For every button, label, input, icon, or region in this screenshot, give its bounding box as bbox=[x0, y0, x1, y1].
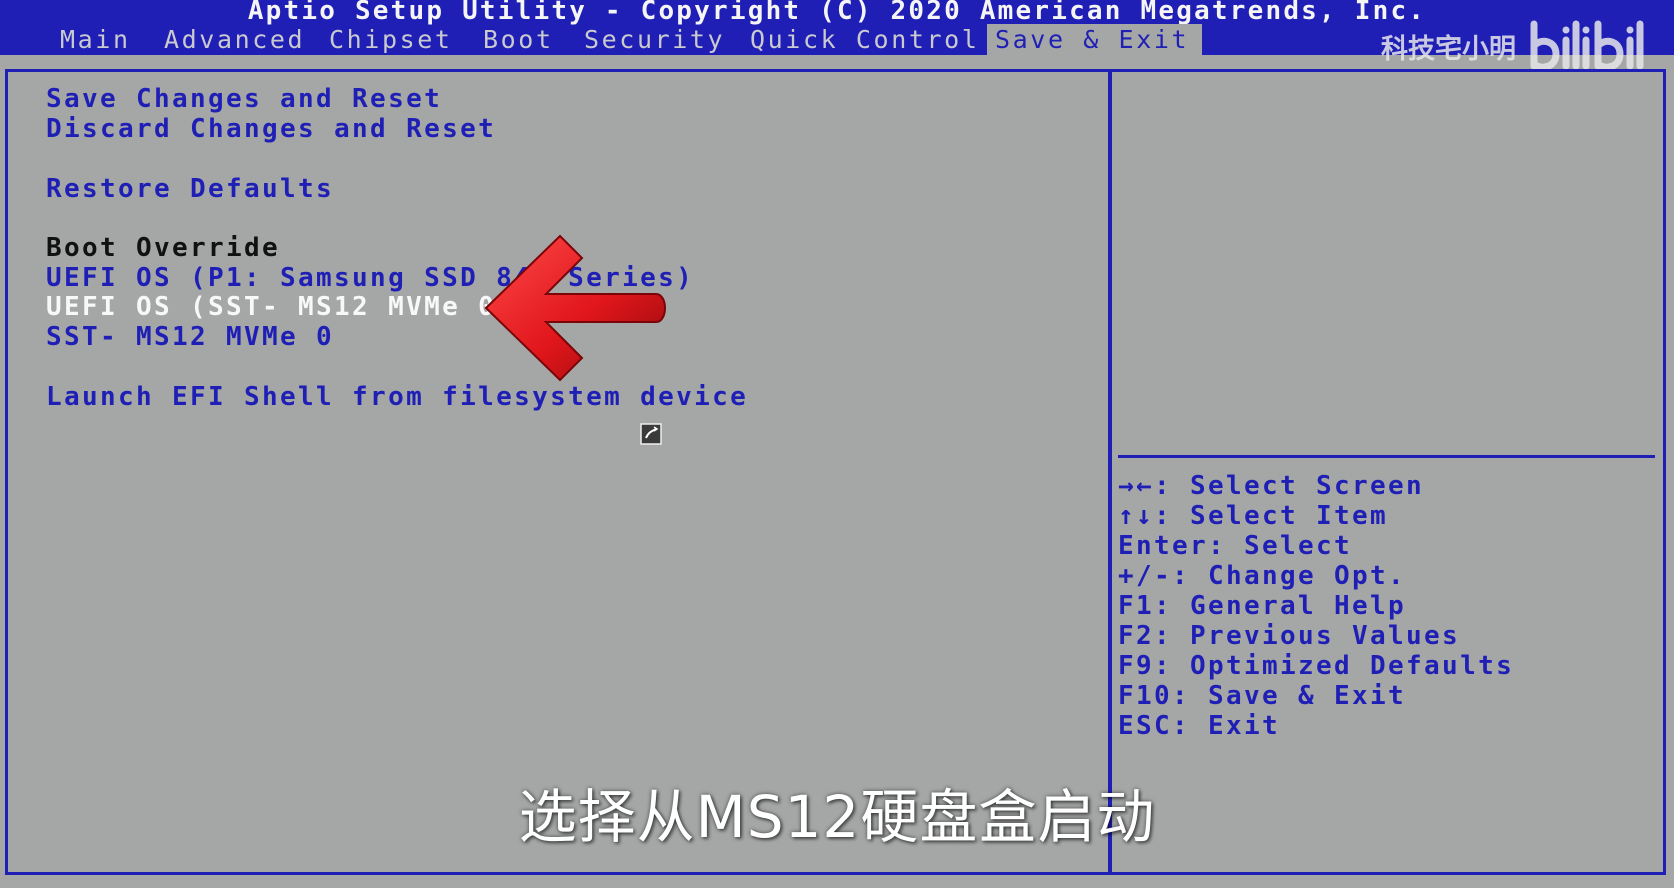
help-select-screen: →←: Select Screen bbox=[1118, 471, 1425, 501]
watermark-text: 科技宅小明 bbox=[1381, 33, 1516, 65]
tab-boot[interactable]: Boot bbox=[475, 24, 562, 55]
tab-main[interactable]: Main bbox=[52, 24, 139, 55]
red-arrow-icon bbox=[484, 234, 666, 382]
tab-quick-control[interactable]: Quick Control bbox=[742, 24, 987, 55]
bilibili-logo-icon bbox=[1528, 18, 1646, 74]
tab-advanced[interactable]: Advanced bbox=[156, 24, 313, 55]
discard-changes-and-reset[interactable]: Discard Changes and Reset bbox=[46, 114, 496, 144]
bilibili-watermark: 科技宅小明 bbox=[1381, 18, 1646, 74]
help-change-opt: +/-: Change Opt. bbox=[1118, 561, 1407, 591]
tab-save-exit[interactable]: Save & Exit bbox=[987, 24, 1202, 55]
help-f9: F9: Optimized Defaults bbox=[1118, 651, 1515, 681]
save-changes-and-reset[interactable]: Save Changes and Reset bbox=[46, 84, 442, 114]
launch-efi-shell[interactable]: Launch EFI Shell from filesystem device bbox=[46, 382, 748, 412]
help-esc: ESC: Exit bbox=[1118, 711, 1281, 741]
tab-chipset[interactable]: Chipset bbox=[321, 24, 461, 55]
keyboard-layout-cursor-icon bbox=[640, 423, 662, 445]
help-divider bbox=[1118, 455, 1655, 458]
boot-option-uefi-ms12[interactable]: UEFI OS (SST- MS12 MVMe 0) bbox=[46, 292, 514, 322]
video-subtitle: 选择从MS12硬盘盒启动 bbox=[518, 783, 1156, 851]
boot-option-ms12[interactable]: SST- MS12 MVMe 0 bbox=[46, 322, 334, 352]
help-f1: F1: General Help bbox=[1118, 591, 1407, 621]
help-select-item: ↑↓: Select Item bbox=[1118, 501, 1389, 531]
help-enter-select: Enter: Select bbox=[1118, 531, 1353, 561]
tab-security[interactable]: Security bbox=[576, 24, 733, 55]
boot-override-header: Boot Override bbox=[46, 233, 281, 263]
help-f2: F2: Previous Values bbox=[1118, 621, 1461, 651]
bios-screen: Aptio Setup Utility - Copyright (C) 2020… bbox=[0, 0, 1674, 888]
restore-defaults[interactable]: Restore Defaults bbox=[46, 174, 334, 204]
help-f10: F10: Save & Exit bbox=[1118, 681, 1407, 711]
